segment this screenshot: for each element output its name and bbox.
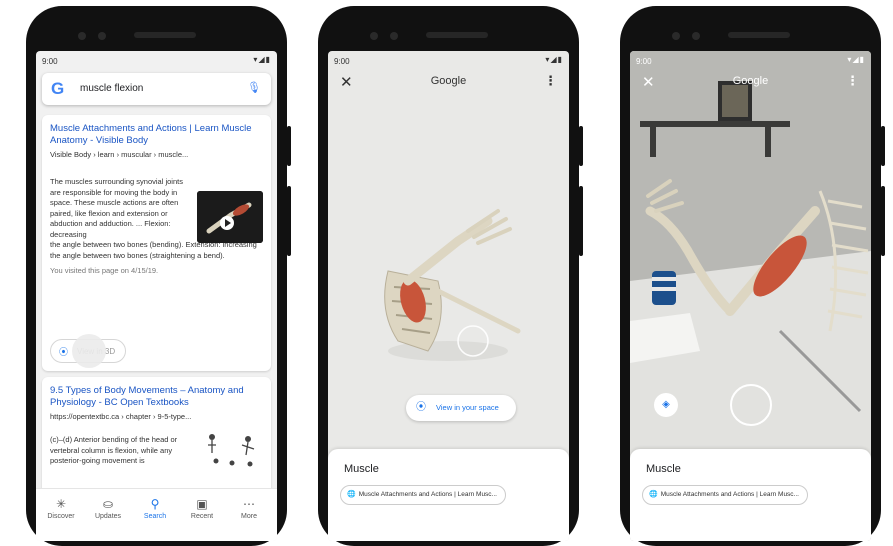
nav-updates[interactable]: ⛀ Updates [85, 497, 131, 520]
status-icons: ▾◢▮ [253, 55, 271, 64]
volume-button [881, 186, 885, 256]
screen: 9:00 ▾◢▮ ✕ Google ⋮ ⦿ View in your space… [328, 51, 569, 541]
viewer-title: Google [430, 75, 467, 87]
phone-search-results: 9:00 ▾◢▮ G muscle flexion 🎙 Muscle Attac… [26, 6, 291, 546]
visited-note: You visited this page on 4/15/19. [50, 266, 159, 275]
more-options-icon[interactable]: ⋮ [544, 73, 557, 89]
nav-label: Recent [190, 513, 214, 520]
result-url: https://opentextbc.ca › chapter › 9-5-ty… [50, 412, 192, 421]
status-bar: 9:00 ▾◢▮ [328, 51, 569, 69]
result-url: Visible Body › learn › muscular › muscle… [50, 150, 189, 159]
ar-view-icon: ⦿ [416, 402, 426, 413]
source-link-chip[interactable]: 🌐 Muscle Attachments and Actions | Learn … [340, 485, 506, 505]
view-in-your-space-button[interactable]: ⦿ View in your space [406, 395, 516, 421]
sensor [98, 32, 106, 40]
power-button [579, 126, 583, 166]
more-icon: ⋯ [243, 497, 255, 511]
nav-label: Updates [94, 513, 122, 520]
viewer-header: ✕ Google ⋮ [328, 69, 569, 99]
phone-ar-view: 9:00 ▾◢▮ ✕ Google ⋮ ◈ Muscle 🌐 Muscle Att… [620, 6, 885, 546]
sensor [692, 32, 700, 40]
earpiece-speaker [134, 32, 196, 38]
capture-button[interactable] [730, 384, 772, 426]
sheet-title: Muscle [646, 463, 681, 475]
front-camera [78, 32, 86, 40]
globe-icon: 🌐 [649, 491, 658, 498]
result-title-link[interactable]: Muscle Attachments and Actions | Learn M… [50, 123, 263, 147]
status-bar: 9:00 ▾◢▮ [630, 51, 871, 69]
ar-view-icon: ⦿ [59, 347, 69, 357]
bottom-sheet: Muscle 🌐 Muscle Attachments and Actions |… [328, 449, 569, 541]
touch-indicator [72, 334, 106, 368]
viewer-header: ✕ Google ⋮ [630, 69, 871, 99]
nav-recent[interactable]: ▣ Recent [179, 497, 225, 520]
diagram-thumbnail[interactable] [202, 431, 262, 471]
sensor [390, 32, 398, 40]
screen: 9:00 ▾◢▮ ✕ Google ⋮ ◈ Muscle 🌐 Muscle Att… [630, 51, 871, 541]
status-icons: ▾◢▮ [545, 55, 563, 64]
bottom-sheet: Muscle 🌐 Muscle Attachments and Actions |… [630, 449, 871, 541]
source-link-chip[interactable]: 🌐 Muscle Attachments and Actions | Learn … [642, 485, 808, 505]
front-camera [370, 32, 378, 40]
earpiece-speaker [728, 32, 790, 38]
3d-arm-model[interactable] [368, 201, 538, 371]
view-in-your-space-label: View in your space [436, 403, 499, 412]
globe-icon: 🌐 [347, 491, 356, 498]
screen: 9:00 ▾◢▮ G muscle flexion 🎙 Muscle Attac… [36, 51, 277, 541]
result-snippet-continued: the angle between two bones (bending). E… [50, 240, 257, 260]
discover-icon: ✳ [55, 497, 67, 511]
volume-button [287, 186, 291, 256]
nav-discover[interactable]: ✳ Discover [38, 497, 84, 520]
power-button [287, 126, 291, 166]
power-button [881, 126, 885, 166]
microphone-icon[interactable]: 🎙 [247, 81, 261, 94]
sheet-title: Muscle [344, 463, 379, 475]
recent-icon: ▣ [196, 497, 208, 511]
earpiece-speaker [426, 32, 488, 38]
source-link-label: Muscle Attachments and Actions | Learn M… [358, 491, 497, 498]
status-icons: ▾◢▮ [847, 55, 865, 64]
status-time: 9:00 [636, 57, 652, 66]
result-snippet: The muscles surrounding synovial joints … [50, 177, 183, 239]
volume-button [579, 186, 583, 256]
front-camera [672, 32, 680, 40]
result-snippet: (c)–(d) Anterior bending of the head or … [50, 435, 178, 465]
3d-mode-toggle-icon[interactable]: ◈ [654, 393, 678, 417]
nav-label: More [241, 513, 257, 520]
status-bar: 9:00 ▾◢▮ [36, 51, 277, 69]
search-bar[interactable]: G muscle flexion 🎙 [42, 73, 271, 105]
more-options-icon[interactable]: ⋮ [846, 73, 859, 89]
phone-3d-viewer: 9:00 ▾◢▮ ✕ Google ⋮ ⦿ View in your space… [318, 6, 583, 546]
video-thumbnail[interactable] [197, 191, 263, 243]
bottom-navigation: ✳ Discover ⛀ Updates ⚲ Search ▣ Recent ⋯… [36, 488, 277, 541]
source-link-label: Muscle Attachments and Actions | Learn M… [660, 491, 799, 498]
viewer-title: Google [732, 75, 769, 87]
status-time: 9:00 [42, 57, 58, 66]
nav-more[interactable]: ⋯ More [226, 497, 272, 520]
nav-label: Discover [47, 513, 75, 520]
search-result-card: 9.5 Types of Body Movements – Anatomy an… [42, 377, 271, 495]
result-title-link[interactable]: 9.5 Types of Body Movements – Anatomy an… [50, 385, 263, 409]
updates-icon: ⛀ [102, 497, 114, 511]
google-logo: G [51, 79, 65, 98]
search-result-card: Muscle Attachments and Actions | Learn M… [42, 115, 271, 371]
nav-search[interactable]: ⚲ Search [132, 497, 178, 520]
search-input[interactable]: muscle flexion [80, 83, 143, 94]
status-time: 9:00 [334, 57, 350, 66]
search-icon: ⚲ [150, 497, 160, 511]
nav-label: Search [143, 513, 167, 520]
